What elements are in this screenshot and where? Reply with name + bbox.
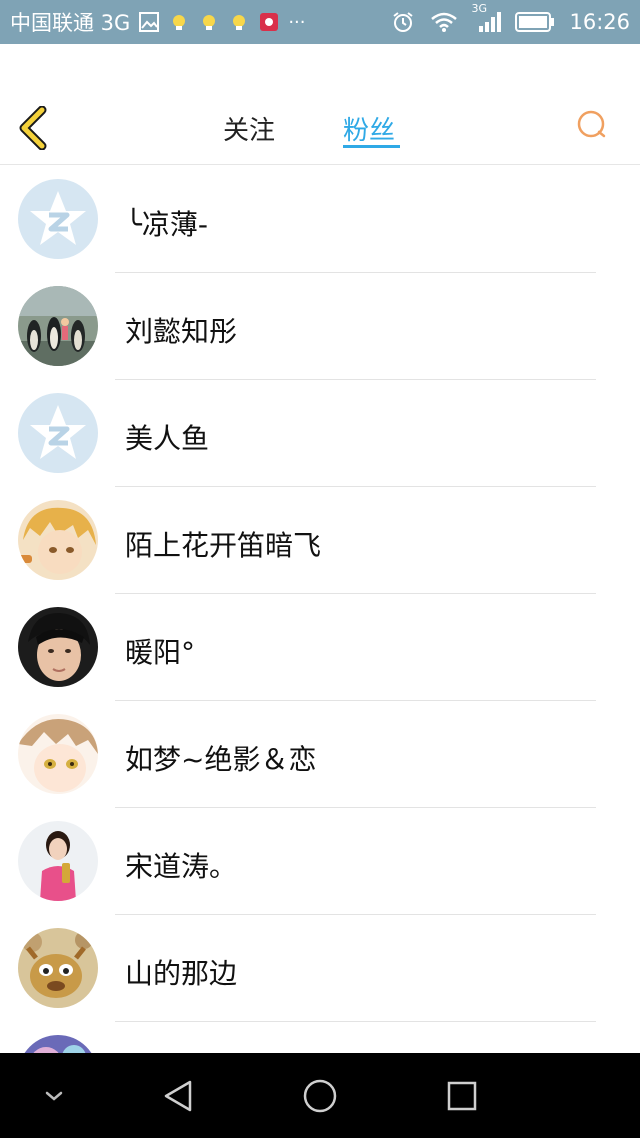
nav-recents-button[interactable] — [434, 1053, 490, 1138]
fan-name: 美人鱼 — [125, 422, 210, 455]
bulb-icon — [168, 11, 190, 33]
more-notifications: ··· — [288, 11, 306, 33]
list-item[interactable]: 暖阳° — [0, 594, 640, 701]
list-item[interactable]: 宋道涛。 — [0, 808, 640, 915]
avatar — [18, 179, 98, 259]
list-item[interactable]: ╰凉薄- — [0, 166, 640, 273]
back-button[interactable] — [14, 105, 54, 151]
nav-back-button[interactable] — [150, 1053, 206, 1138]
chevron-left-icon — [19, 105, 47, 151]
avatar — [18, 286, 98, 366]
default-avatar-icon — [18, 393, 98, 473]
hide-nav-button[interactable] — [32, 1053, 76, 1138]
fan-name: 山的那边 — [125, 957, 238, 990]
circle-home-icon — [303, 1079, 337, 1112]
list-item[interactable]: 如梦~绝影＆恋 — [0, 701, 640, 808]
huawei-app-icon — [258, 11, 280, 33]
active-tab-indicator — [343, 145, 400, 148]
woman-photo — [18, 821, 98, 901]
search-button[interactable] — [574, 107, 610, 143]
avatar — [18, 714, 98, 794]
wifi-icon — [429, 10, 459, 34]
fans-list: ╰凉薄- 刘懿知彤 美人鱼 陌上花开笛暗飞 暖阳° 如梦~绝影＆恋 宋道涛。 山… — [0, 166, 640, 1053]
status-right: 3G 16:26 — [391, 2, 630, 34]
list-item[interactable] — [0, 1022, 640, 1053]
anime-character-avatar — [18, 500, 98, 580]
tab-following[interactable]: 关注 — [223, 110, 275, 147]
avatar — [18, 1035, 98, 1053]
search-icon — [577, 110, 606, 138]
fan-name: 宋道涛。 — [125, 850, 238, 883]
list-item[interactable]: 刘懿知彤 — [0, 273, 640, 380]
nav-home-button[interactable] — [292, 1053, 348, 1138]
bulb-icon — [198, 11, 220, 33]
fan-name: 暖阳° — [125, 636, 196, 669]
fan-name: 如梦~绝影＆恋 — [125, 743, 317, 776]
carrier-label: 中国联通 3G — [10, 11, 131, 35]
cartoon-dog-avatar — [18, 928, 98, 1008]
list-item[interactable]: 山的那边 — [0, 915, 640, 1022]
fan-name: 陌上花开笛暗飞 — [125, 529, 322, 562]
square-recents-icon — [447, 1081, 477, 1110]
fan-name: 刘懿知彤 — [125, 315, 238, 348]
clock: 16:26 — [569, 10, 630, 34]
boy-photo — [18, 607, 98, 687]
tab-fans[interactable]: 粉丝 — [343, 110, 395, 147]
list-item[interactable]: 美人鱼 — [0, 380, 640, 487]
avatar — [18, 928, 98, 1008]
system-nav-bar — [0, 1053, 640, 1138]
avatar — [18, 500, 98, 580]
anime-girl-avatar — [18, 714, 98, 794]
bulb-icon — [228, 11, 250, 33]
avatar — [18, 393, 98, 473]
gallery-icon — [138, 11, 160, 33]
alarm-icon — [391, 10, 415, 34]
chevron-down-icon — [45, 1091, 63, 1101]
status-bar: 中国联通 3G ··· 3G 16:26 — [0, 0, 640, 44]
list-item[interactable]: 陌上花开笛暗飞 — [0, 487, 640, 594]
header-bar: 关注 粉丝 — [0, 44, 640, 165]
signal-icon: 3G — [471, 2, 502, 34]
fan-name: ╰凉薄- — [125, 208, 208, 241]
status-left: 中国联通 3G ··· — [10, 7, 391, 37]
triangle-back-icon — [164, 1080, 192, 1111]
network-type-label: 3G — [471, 2, 487, 15]
avatar — [18, 821, 98, 901]
colorful-avatar — [18, 1035, 98, 1053]
default-avatar-icon — [18, 179, 98, 259]
battery-icon — [515, 11, 555, 33]
avatar — [18, 607, 98, 687]
penguins-photo — [18, 286, 98, 366]
